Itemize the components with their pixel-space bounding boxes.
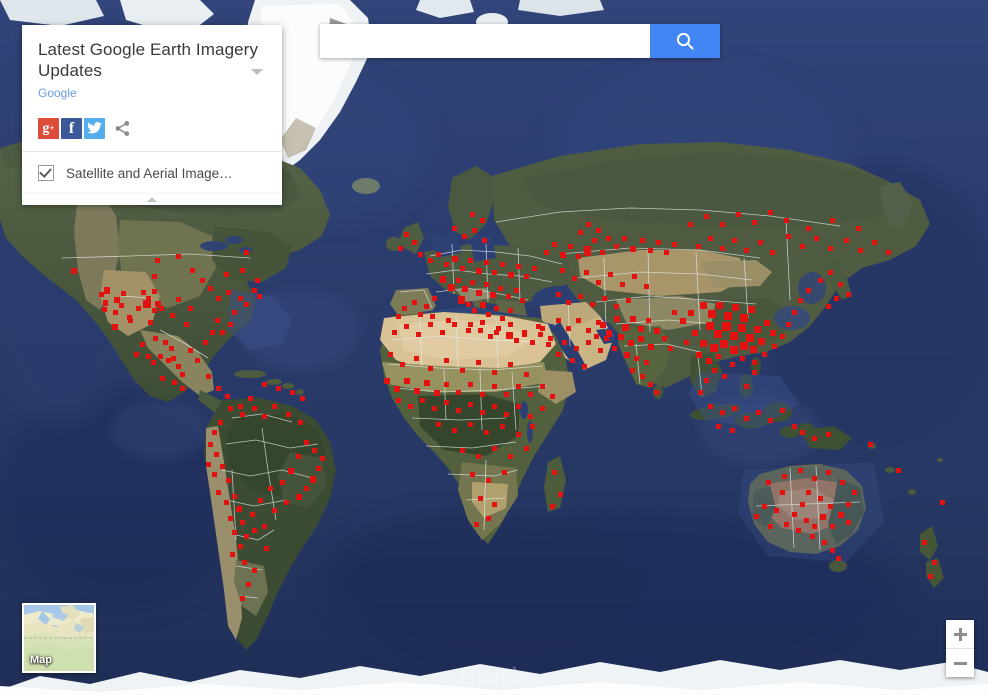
card-author-link[interactable]: Google	[38, 86, 77, 100]
share-icon	[115, 121, 130, 136]
search-icon	[676, 32, 694, 50]
map-type-toggle[interactable]: Map	[22, 603, 96, 673]
imagery-updates-info-card: Latest Google Earth Imagery Updates Goog…	[22, 25, 282, 205]
chevron-up-icon	[147, 197, 157, 202]
map-thumbnail-icon	[24, 605, 94, 671]
twitter-bird-icon	[87, 122, 102, 134]
google-plus-share-button[interactable]: g +	[38, 118, 59, 139]
zoom-out-button[interactable]	[946, 649, 974, 677]
zoom-in-button[interactable]	[946, 620, 974, 649]
share-button[interactable]	[112, 118, 133, 139]
twitter-share-button[interactable]	[84, 118, 105, 139]
facebook-share-button[interactable]: f	[61, 118, 82, 139]
search-button[interactable]	[650, 24, 720, 58]
info-card-body: Latest Google Earth Imagery Updates Goog…	[22, 25, 282, 151]
chevron-down-icon[interactable]	[251, 69, 263, 75]
zoom-controls	[946, 620, 974, 677]
search-bar	[320, 24, 720, 58]
minus-icon	[953, 661, 967, 665]
google-maps-app: Google Latest Google Earth Imagery Updat…	[0, 0, 988, 695]
search-input[interactable]	[320, 24, 650, 58]
layer-label: Satellite and Aerial Image…	[66, 165, 233, 181]
layer-toggle-row[interactable]: Satellite and Aerial Image…	[22, 151, 282, 194]
layer-checkbox[interactable]	[38, 165, 54, 181]
page-title: Latest Google Earth Imagery Updates	[38, 40, 259, 80]
collapse-panel-handle[interactable]	[22, 194, 282, 205]
share-row: g + f	[38, 102, 266, 143]
